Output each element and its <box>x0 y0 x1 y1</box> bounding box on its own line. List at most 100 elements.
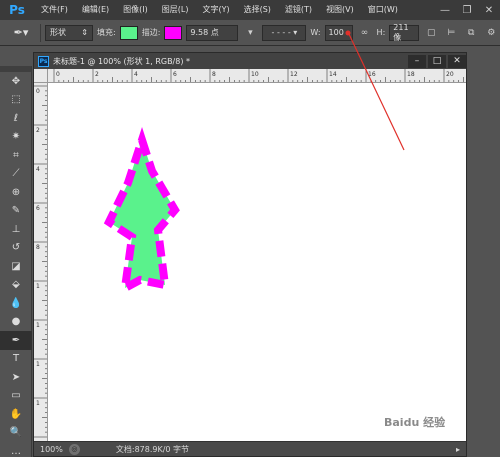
marquee-tool-icon[interactable]: ⬚ <box>0 91 32 110</box>
vruler-label: 1 <box>36 361 40 368</box>
status-arrow-icon[interactable]: ▸ <box>456 445 460 454</box>
path-select-tool-icon[interactable]: ➤ <box>0 368 32 387</box>
vruler-label: 8 <box>36 244 40 251</box>
options-bar: ✒▾ 形状 ⇕ 填充: 描边: 9.58 点 ▾ - - - - ▾ W: 10… <box>0 20 500 46</box>
brush-tool-icon[interactable]: ✎ <box>0 202 32 221</box>
hruler-label: 6 <box>173 71 177 78</box>
height-label: H: <box>376 28 386 37</box>
hruler-label: 4 <box>134 71 138 78</box>
hruler-label: 8 <box>212 71 216 78</box>
stroke-width-dropdown-icon[interactable]: ▾ <box>242 25 258 41</box>
zoom-tool-icon[interactable]: 🔍 <box>0 424 32 443</box>
doc-maximize-icon[interactable]: □ <box>428 54 446 68</box>
crop-tool-icon[interactable]: ⌗ <box>0 146 32 165</box>
document-controls: – □ ✕ <box>406 54 466 68</box>
menu-image[interactable]: 图像(I) <box>116 0 155 20</box>
canvas[interactable] <box>48 83 466 441</box>
menu-window[interactable]: 窗口(W) <box>361 0 405 20</box>
mode-select[interactable]: 形状 ⇕ <box>45 24 93 41</box>
zoom-level[interactable]: 100% <box>40 445 63 454</box>
vruler-label: 1 <box>36 283 40 290</box>
pen-tool-preset-icon[interactable]: ✒▾ <box>6 23 36 43</box>
path-arrangement-icon[interactable]: ⧉ <box>463 25 479 41</box>
menu-file[interactable]: 文件(F) <box>34 0 75 20</box>
doc-close-icon[interactable]: ✕ <box>448 54 466 68</box>
arrow-shape[interactable] <box>103 127 180 296</box>
right-panel-strip <box>468 46 500 457</box>
stroke-width-field[interactable]: 9.58 点 <box>186 24 239 41</box>
history-brush-tool-icon[interactable]: ↺ <box>0 239 32 258</box>
canvas-artwork <box>103 127 180 296</box>
horizontal-ruler-ticks: 0 2 4 6 8 10 12 14 16 18 20 <box>53 69 464 82</box>
rectangle-tool-icon[interactable]: ▭ <box>0 387 32 406</box>
status-bar: 100% ◎ 文档:878.9K/0 字节 ▸ <box>34 441 466 456</box>
type-tool-icon[interactable]: T <box>0 350 32 369</box>
menu-view[interactable]: 视图(V) <box>319 0 361 20</box>
menu-select[interactable]: 选择(S) <box>237 0 278 20</box>
divider <box>40 23 41 42</box>
document-info: 文档:878.9K/0 字节 <box>115 444 190 454</box>
vertical-ruler-ticks: 0 2 4 6 8 1 1 1 1 <box>34 85 47 438</box>
hruler-label: 16 <box>368 71 376 78</box>
stroke-label: 描边: <box>141 28 161 37</box>
doc-minimize-icon[interactable]: – <box>408 54 426 68</box>
menu-filter[interactable]: 滤镜(T) <box>278 0 319 20</box>
hruler-label: 14 <box>329 71 337 78</box>
healing-brush-tool-icon[interactable]: ⊕ <box>0 183 32 202</box>
minimize-button[interactable]: — <box>434 0 456 20</box>
document-title: 未标题-1 @ 100% (形状 1, RGB/8) * <box>53 56 191 66</box>
height-field[interactable]: 211 像 <box>389 23 420 42</box>
eraser-tool-icon[interactable]: ◪ <box>0 257 32 276</box>
close-button[interactable]: ✕ <box>478 0 500 20</box>
stroke-style-dropdown[interactable]: - - - - ▾ <box>262 24 307 41</box>
clone-stamp-tool-icon[interactable]: ⊥ <box>0 220 32 239</box>
pen-tool-icon[interactable]: ✒ <box>0 331 32 350</box>
vruler-label: 1 <box>36 400 40 407</box>
hruler-label: 0 <box>56 71 60 78</box>
menu-edit[interactable]: 编辑(E) <box>75 0 116 20</box>
path-alignment-icon[interactable]: ⊨ <box>443 25 459 41</box>
hruler-label: 18 <box>407 71 415 78</box>
menu-bar: Ps 文件(F) 编辑(E) 图像(I) 图层(L) 文字(Y) 选择(S) 滤… <box>0 0 500 20</box>
horizontal-ruler[interactable]: 0 2 4 6 8 10 12 14 16 18 20 <box>48 69 466 83</box>
fill-label: 填充: <box>97 28 116 37</box>
hruler-label: 2 <box>95 71 99 78</box>
menu-layer[interactable]: 图层(L) <box>155 0 196 20</box>
link-icon[interactable]: ∞ <box>357 25 373 41</box>
more-tools-icon[interactable]: … <box>0 442 32 457</box>
ruler-origin[interactable] <box>34 69 48 83</box>
vruler-label: 0 <box>36 88 40 95</box>
fill-swatch[interactable] <box>119 25 138 40</box>
settings-gear-icon[interactable]: ⚙ <box>483 25 499 41</box>
window-controls: — ❐ ✕ <box>434 0 500 20</box>
lasso-tool-icon[interactable]: ℓ <box>0 109 32 128</box>
dodge-tool-icon[interactable]: ● <box>0 313 32 332</box>
paint-bucket-tool-icon[interactable]: ⬙ <box>0 276 32 295</box>
hruler-label: 10 <box>251 71 259 78</box>
document-tab[interactable]: Ps 未标题-1 @ 100% (形状 1, RGB/8) * – □ ✕ <box>34 53 466 69</box>
blur-tool-icon[interactable]: 💧 <box>0 294 32 313</box>
eyedropper-tool-icon[interactable]: ⟋ <box>0 165 32 184</box>
hruler-label: 20 <box>446 71 454 78</box>
path-operations-icon[interactable]: ▢ <box>423 25 439 41</box>
vruler-label: 4 <box>36 166 40 173</box>
width-field[interactable]: 100 <box>324 24 353 41</box>
vruler-label: 2 <box>36 127 40 134</box>
quick-select-tool-icon[interactable]: ✷ <box>0 128 32 147</box>
status-info-icon[interactable]: ◎ <box>68 443 80 455</box>
restore-button[interactable]: ❐ <box>456 0 478 20</box>
tools-panel: ✥ ⬚ ℓ ✷ ⌗ ⟋ ⊕ ✎ ⊥ ↺ ◪ ⬙ 💧 ● ✒ T ➤ ▭ ✋ 🔍 … <box>0 66 32 457</box>
watermark-logo: Baidu 经验 <box>384 416 446 429</box>
vertical-ruler[interactable]: 0 2 4 6 8 1 1 1 1 <box>34 83 48 441</box>
width-label: W: <box>310 28 321 37</box>
document-window: Ps 未标题-1 @ 100% (形状 1, RGB/8) * – □ ✕ 0 … <box>33 52 467 457</box>
vruler-label: 6 <box>36 205 40 212</box>
stroke-swatch[interactable] <box>164 25 183 40</box>
menu-type[interactable]: 文字(Y) <box>195 0 236 20</box>
vruler-label: 1 <box>36 322 40 329</box>
move-tool-icon[interactable]: ✥ <box>0 72 32 91</box>
hand-tool-icon[interactable]: ✋ <box>0 405 32 424</box>
chevron-updown-icon: ⇕ <box>81 28 88 37</box>
photoshop-window: Ps 文件(F) 编辑(E) 图像(I) 图层(L) 文字(Y) 选择(S) 滤… <box>0 0 500 457</box>
document-ps-badge: Ps <box>38 55 49 67</box>
